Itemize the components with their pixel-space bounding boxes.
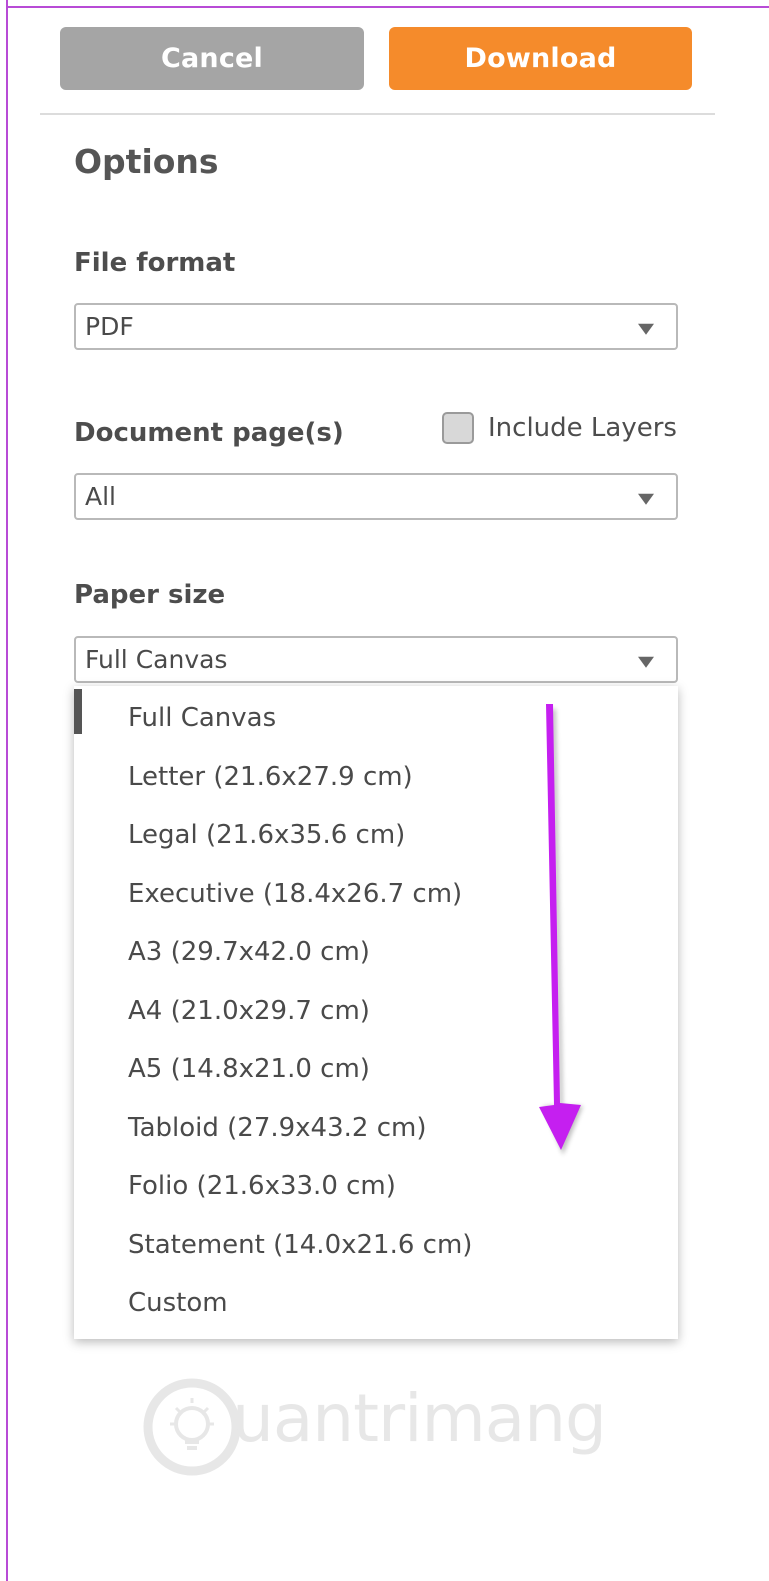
- paper-size-dropdown-menu: Full Canvas Letter (21.6x27.9 cm) Legal …: [74, 686, 678, 1339]
- include-layers-checkbox[interactable]: [442, 412, 474, 444]
- paper-size-option[interactable]: Letter (21.6x27.9 cm): [128, 762, 413, 792]
- paper-size-option[interactable]: Custom: [128, 1288, 228, 1318]
- paper-size-option[interactable]: Executive (18.4x26.7 cm): [128, 879, 462, 909]
- paper-size-option[interactable]: Full Canvas: [128, 703, 276, 733]
- dialog-frame: Cancel Download Options File format PDF …: [0, 0, 769, 1581]
- paper-size-label: Paper size: [74, 580, 226, 610]
- paper-size-select[interactable]: Full Canvas: [74, 636, 678, 683]
- paper-size-option[interactable]: A3 (29.7x42.0 cm): [128, 937, 370, 967]
- watermark-text: uantrimang: [232, 1380, 607, 1457]
- caret-down-icon: [638, 493, 654, 505]
- paper-size-value: Full Canvas: [85, 645, 228, 674]
- header-divider: [40, 113, 715, 115]
- caret-down-icon: [638, 656, 654, 668]
- file-format-label: File format: [74, 248, 236, 278]
- frame-border-top: [6, 6, 769, 8]
- paper-size-option[interactable]: Folio (21.6x33.0 cm): [128, 1171, 396, 1201]
- watermark: uantrimang: [140, 1372, 640, 1482]
- document-pages-label: Document page(s): [74, 418, 344, 448]
- include-layers-label: Include Layers: [488, 413, 677, 443]
- include-layers-toggle[interactable]: Include Layers: [442, 412, 677, 444]
- paper-size-option[interactable]: Tabloid (27.9x43.2 cm): [128, 1113, 426, 1143]
- options-heading: Options: [74, 142, 219, 181]
- paper-size-option[interactable]: A5 (14.8x21.0 cm): [128, 1054, 370, 1084]
- paper-size-option[interactable]: A4 (21.0x29.7 cm): [128, 996, 370, 1026]
- frame-border-left: [6, 0, 8, 1581]
- download-button[interactable]: Download: [389, 27, 692, 90]
- selected-indicator: [74, 689, 82, 734]
- paper-size-option[interactable]: Statement (14.0x21.6 cm): [128, 1230, 472, 1260]
- document-pages-value: All: [85, 482, 116, 511]
- document-pages-select[interactable]: All: [74, 473, 678, 520]
- cancel-button[interactable]: Cancel: [60, 27, 364, 90]
- file-format-select[interactable]: PDF: [74, 303, 678, 350]
- file-format-value: PDF: [85, 312, 134, 341]
- paper-size-option[interactable]: Legal (21.6x35.6 cm): [128, 820, 405, 850]
- caret-down-icon: [638, 323, 654, 335]
